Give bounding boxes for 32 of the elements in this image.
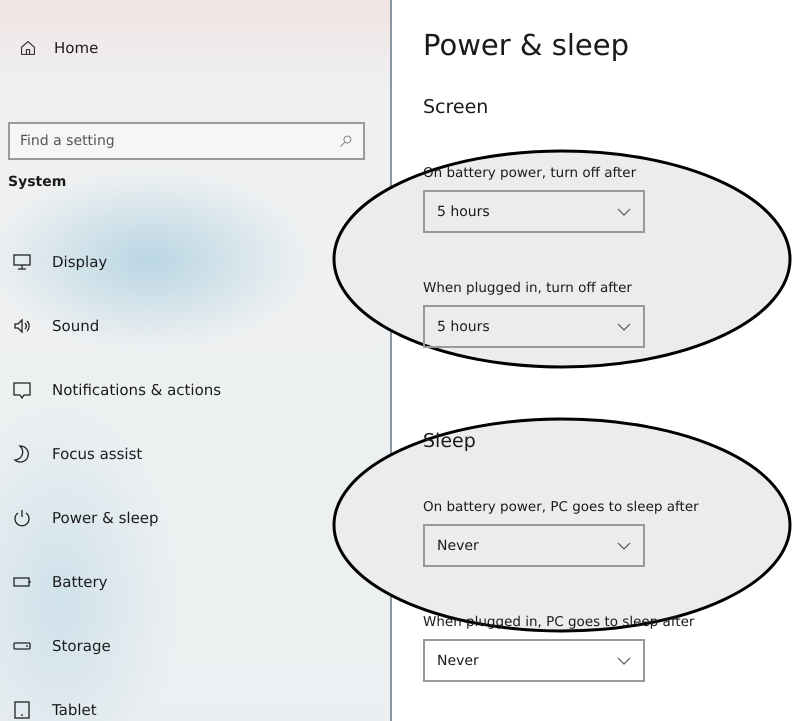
nav-item[interactable]: Tablet bbox=[12, 698, 97, 721]
nav-item[interactable]: Battery bbox=[12, 570, 108, 594]
speaker-icon bbox=[12, 316, 32, 336]
nav-item[interactable]: Power & sleep bbox=[12, 506, 159, 530]
nav-item[interactable]: Storage bbox=[12, 634, 111, 658]
message-icon bbox=[12, 380, 32, 400]
nav-item[interactable]: Display bbox=[12, 250, 108, 274]
chevron-down-icon bbox=[617, 208, 631, 216]
search-icon bbox=[339, 134, 353, 148]
dropdown[interactable]: 5 hours bbox=[423, 305, 645, 348]
page-title: Power & sleep bbox=[423, 28, 630, 62]
moon-icon bbox=[12, 444, 32, 464]
setting-label: On battery power, PC goes to sleep after bbox=[423, 499, 700, 515]
nav-item[interactable]: Notifications & actions bbox=[12, 378, 222, 402]
power-icon bbox=[12, 508, 32, 528]
section-heading: Sleep bbox=[423, 430, 477, 452]
chevron-down-icon bbox=[617, 656, 631, 664]
search-field[interactable]: Find a setting bbox=[8, 122, 365, 160]
chevron-down-icon bbox=[617, 542, 631, 550]
nav-item[interactable]: Sound bbox=[12, 314, 100, 338]
dropdown[interactable]: Never bbox=[423, 524, 645, 567]
nav-item[interactable]: Focus assist bbox=[12, 442, 142, 466]
home-link[interactable]: Home bbox=[20, 36, 390, 60]
section-heading: Screen bbox=[423, 96, 490, 118]
tablet-icon bbox=[12, 700, 32, 720]
setting-label: When plugged in, turn off after bbox=[423, 280, 633, 296]
dropdown[interactable]: Never bbox=[423, 639, 645, 682]
monitor-icon bbox=[12, 252, 32, 272]
dropdown[interactable]: 5 hours bbox=[423, 190, 645, 233]
section-heading: System bbox=[8, 174, 66, 190]
home-icon bbox=[20, 40, 36, 56]
chevron-down-icon bbox=[617, 322, 631, 330]
